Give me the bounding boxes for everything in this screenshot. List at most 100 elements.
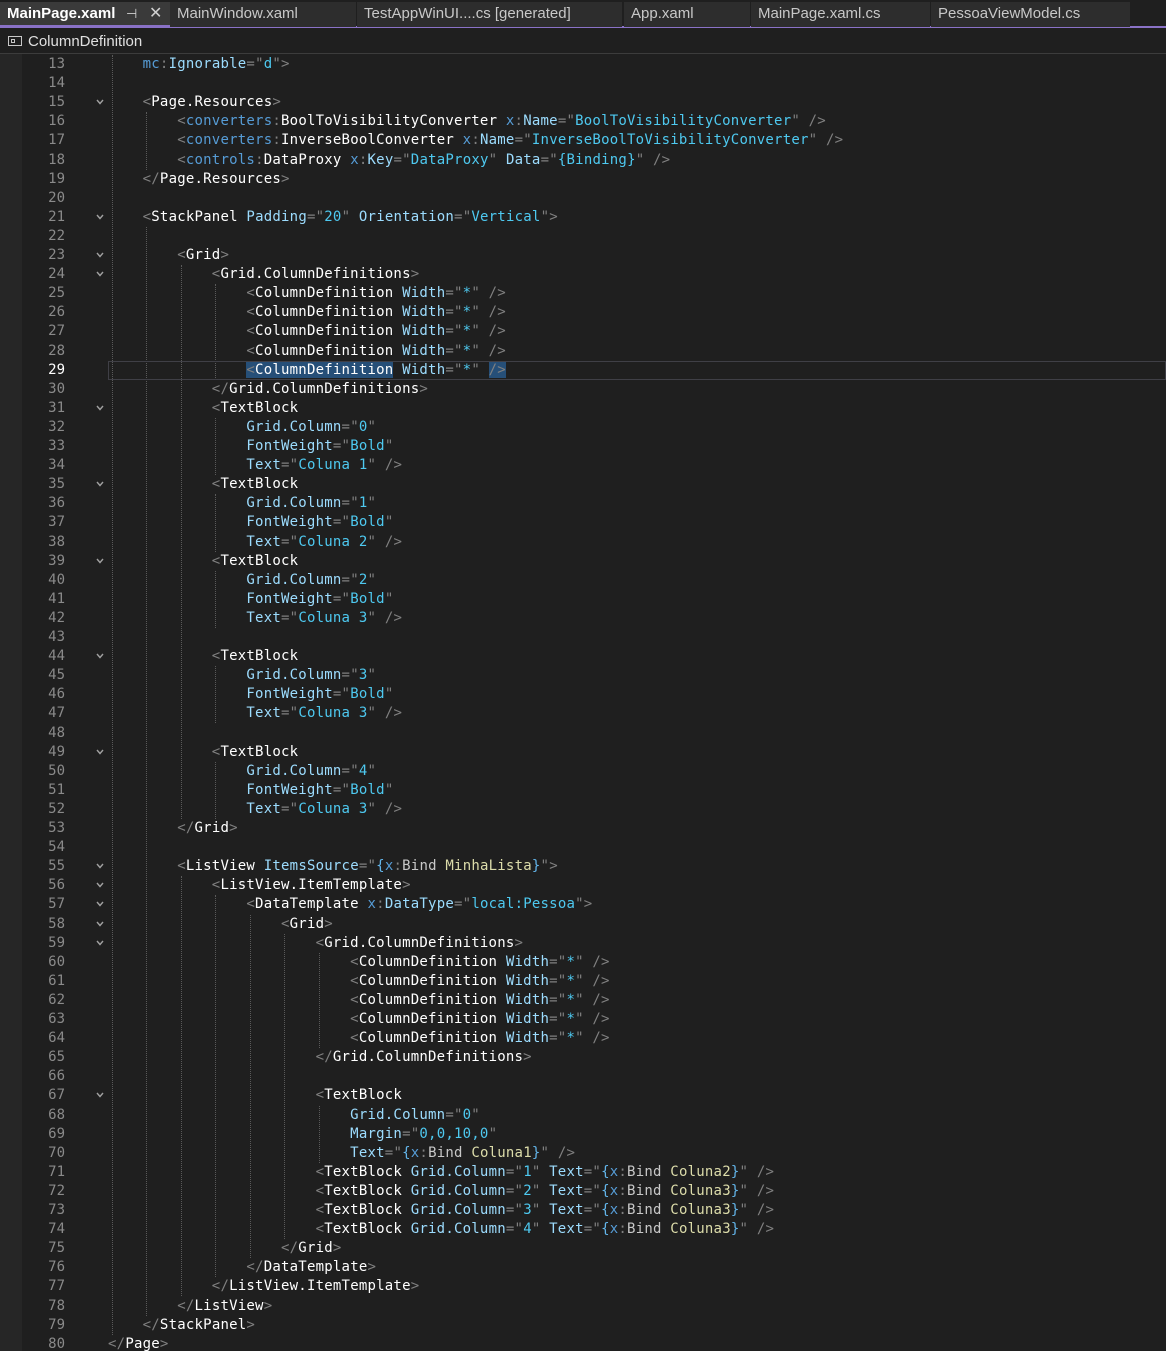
code-line[interactable]: 35 <TextBlock	[0, 475, 1166, 494]
fold-chevron-icon[interactable]	[96, 920, 104, 928]
code-line[interactable]: 72 <TextBlock Grid.Column="2" Text="{x:B…	[0, 1182, 1166, 1201]
code-line[interactable]: 47 Text="Coluna 3" />	[0, 704, 1166, 723]
code-line[interactable]: 44 <TextBlock	[0, 647, 1166, 666]
fold-chevron-icon[interactable]	[96, 881, 104, 889]
code-line[interactable]: 22	[0, 227, 1166, 246]
code-line[interactable]: 29 <ColumnDefinition Width="*" />	[0, 360, 1166, 380]
code-line[interactable]: 27 <ColumnDefinition Width="*" />	[0, 322, 1166, 341]
tab-pessoaviewmodel-cs[interactable]: PessoaViewModel.cs	[931, 2, 1130, 27]
tab-mainpage-xaml-cs[interactable]: MainPage.xaml.cs	[751, 2, 930, 27]
code-line[interactable]: 34 Text="Coluna 1" />	[0, 456, 1166, 475]
code-line[interactable]: 76 </DataTemplate>	[0, 1258, 1166, 1277]
code-line[interactable]: 39 <TextBlock	[0, 552, 1166, 571]
fold-chevron-icon[interactable]	[96, 251, 104, 259]
code-line[interactable]: 65 </Grid.ColumnDefinitions>	[0, 1048, 1166, 1067]
code-line[interactable]: 54	[0, 838, 1166, 857]
code-line[interactable]: 36 Grid.Column="1"	[0, 494, 1166, 513]
code-line[interactable]: 70 Text="{x:Bind Coluna1}" />	[0, 1144, 1166, 1163]
code-line[interactable]: 59 <Grid.ColumnDefinitions>	[0, 934, 1166, 953]
code-line[interactable]: 25 <ColumnDefinition Width="*" />	[0, 284, 1166, 303]
pin-icon[interactable]: ⊣	[126, 2, 137, 25]
code-line[interactable]: 74 <TextBlock Grid.Column="4" Text="{x:B…	[0, 1220, 1166, 1239]
code-line[interactable]: 55 <ListView ItemsSource="{x:Bind MinhaL…	[0, 857, 1166, 876]
code-editor[interactable]: 13 mc:Ignorable="d"> 14 15 <Page.Resources…	[0, 54, 1166, 1351]
line-number: 42	[48, 609, 65, 626]
code-line[interactable]: 33 FontWeight="Bold"	[0, 437, 1166, 456]
navigation-bar[interactable]: ColumnDefinition	[0, 30, 1166, 54]
code-line[interactable]: 77 </ListView.ItemTemplate>	[0, 1277, 1166, 1296]
code-line[interactable]: 14	[0, 74, 1166, 93]
tab-testappwinui-generated[interactable]: TestAppWinUI....cs [generated]	[357, 2, 622, 27]
line-number: 38	[48, 533, 65, 550]
code-line[interactable]: 68 Grid.Column="0"	[0, 1106, 1166, 1125]
code-line[interactable]: 31 <TextBlock	[0, 399, 1166, 418]
code-line[interactable]: 18 <controls:DataProxy x:Key="DataProxy"…	[0, 151, 1166, 170]
code-line[interactable]: 28 <ColumnDefinition Width="*" />	[0, 342, 1166, 361]
code-line[interactable]: 61 <ColumnDefinition Width="*" />	[0, 972, 1166, 991]
code-line[interactable]: 45 Grid.Column="3"	[0, 666, 1166, 685]
code-line[interactable]: 21 <StackPanel Padding="20" Orientation=…	[0, 208, 1166, 227]
code-line[interactable]: 20	[0, 189, 1166, 208]
code-line[interactable]: 15 <Page.Resources>	[0, 93, 1166, 112]
code-line[interactable]: 63 <ColumnDefinition Width="*" />	[0, 1010, 1166, 1029]
fold-chevron-icon[interactable]	[96, 900, 104, 908]
code-line[interactable]: 19 </Page.Resources>	[0, 170, 1166, 189]
code-line[interactable]: 67 <TextBlock	[0, 1086, 1166, 1105]
code-line[interactable]: 40 Grid.Column="2"	[0, 571, 1166, 590]
code-line[interactable]: 17 <converters:InverseBoolConverter x:Na…	[0, 131, 1166, 150]
code-line[interactable]: 60 <ColumnDefinition Width="*" />	[0, 953, 1166, 972]
code-line[interactable]: 32 Grid.Column="0"	[0, 418, 1166, 437]
fold-chevron-icon[interactable]	[96, 939, 104, 947]
code-line[interactable]: 57 <DataTemplate x:DataType="local:Pesso…	[0, 895, 1166, 914]
fold-chevron-icon[interactable]	[96, 652, 104, 660]
code-line[interactable]: 53 </Grid>	[0, 819, 1166, 838]
code-line[interactable]: 37 FontWeight="Bold"	[0, 513, 1166, 532]
code-line[interactable]: 79 </StackPanel>	[0, 1316, 1166, 1335]
code-line[interactable]: 52 Text="Coluna 3" />	[0, 800, 1166, 819]
code-line[interactable]: 78 </ListView>	[0, 1297, 1166, 1316]
code-line[interactable]: 66	[0, 1067, 1166, 1086]
code-line[interactable]: 30 </Grid.ColumnDefinitions>	[0, 380, 1166, 399]
code-line[interactable]: 71 <TextBlock Grid.Column="1" Text="{x:B…	[0, 1163, 1166, 1182]
code-line[interactable]: 38 Text="Coluna 2" />	[0, 533, 1166, 552]
code-text: </Grid>	[177, 820, 238, 836]
code-line[interactable]: 48	[0, 724, 1166, 743]
code-line[interactable]: 64 <ColumnDefinition Width="*" />	[0, 1029, 1166, 1048]
code-line[interactable]: 23 <Grid>	[0, 246, 1166, 265]
tab-mainwindow-xaml[interactable]: MainWindow.xaml	[170, 2, 356, 27]
code-line[interactable]: 75 </Grid>	[0, 1239, 1166, 1258]
fold-chevron-icon[interactable]	[96, 270, 104, 278]
line-number: 64	[48, 1030, 65, 1047]
code-line[interactable]: 62 <ColumnDefinition Width="*" />	[0, 991, 1166, 1010]
code-line[interactable]: 56 <ListView.ItemTemplate>	[0, 876, 1166, 895]
code-line[interactable]: 42 Text="Coluna 3" />	[0, 609, 1166, 628]
code-line[interactable]: 46 FontWeight="Bold"	[0, 685, 1166, 704]
code-line[interactable]: 43	[0, 628, 1166, 647]
code-line[interactable]: 69 Margin="0,0,10,0"	[0, 1125, 1166, 1144]
code-line[interactable]: 58 <Grid>	[0, 915, 1166, 934]
code-text: FontWeight="Bold"	[246, 438, 394, 454]
code-line[interactable]: 41 FontWeight="Bold"	[0, 590, 1166, 609]
code-line[interactable]: 51 FontWeight="Bold"	[0, 781, 1166, 800]
tab-app-xaml[interactable]: App.xaml	[624, 2, 750, 27]
code-line[interactable]: 49 <TextBlock	[0, 743, 1166, 762]
fold-chevron-icon[interactable]	[96, 557, 104, 565]
code-line[interactable]: 16 <converters:BoolToVisibilityConverter…	[0, 112, 1166, 131]
fold-chevron-icon[interactable]	[96, 1091, 104, 1099]
code-line[interactable]: 80 </Page>	[0, 1335, 1166, 1351]
code-line[interactable]: 73 <TextBlock Grid.Column="3" Text="{x:B…	[0, 1201, 1166, 1220]
fold-chevron-icon[interactable]	[96, 480, 104, 488]
fold-chevron-icon[interactable]	[96, 213, 104, 221]
line-number: 32	[48, 418, 65, 435]
fold-chevron-icon[interactable]	[96, 748, 104, 756]
close-icon[interactable]: ✕	[149, 2, 162, 25]
fold-chevron-icon[interactable]	[96, 404, 104, 412]
code-line[interactable]: 13 mc:Ignorable="d">	[0, 55, 1166, 74]
tab-mainpage-xaml[interactable]: MainPage.xaml ⊣ ✕	[0, 2, 170, 27]
code-line[interactable]: 26 <ColumnDefinition Width="*" />	[0, 303, 1166, 322]
code-line[interactable]: 50 Grid.Column="4"	[0, 762, 1166, 781]
code-text: <Grid>	[280, 915, 333, 932]
code-line[interactable]: 24 <Grid.ColumnDefinitions>	[0, 265, 1166, 284]
fold-chevron-icon[interactable]	[96, 98, 104, 106]
fold-chevron-icon[interactable]	[96, 862, 104, 870]
